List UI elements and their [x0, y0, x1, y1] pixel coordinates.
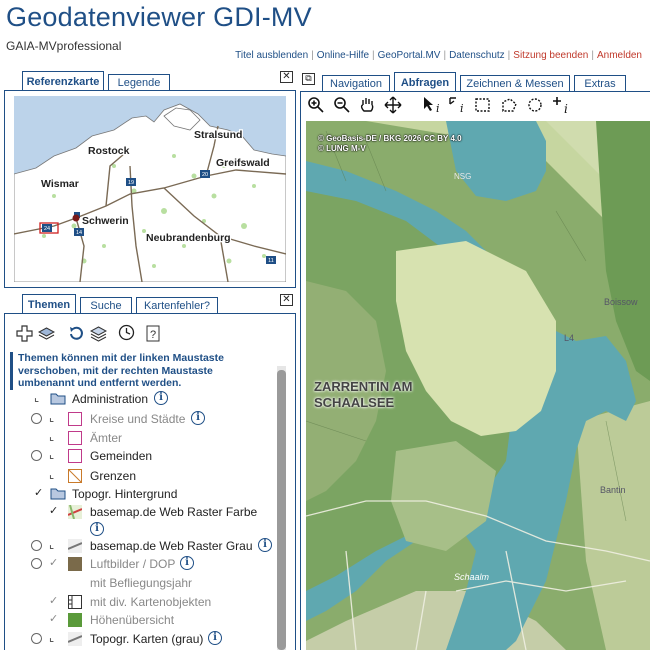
layer-radio[interactable] — [31, 558, 42, 569]
select-rect-icon[interactable] — [474, 95, 494, 115]
restore-window-icon[interactable]: ⧉ — [302, 73, 315, 85]
add-info-icon[interactable]: i — [552, 95, 574, 115]
layer-swatch — [68, 557, 82, 571]
city-label-schwerin: Schwerin — [82, 215, 129, 227]
clock-icon[interactable] — [118, 324, 135, 341]
map-label-bantin: Bantin — [600, 485, 626, 495]
select-polygon-icon[interactable] — [500, 95, 520, 115]
layer-swatch — [68, 595, 82, 609]
layers-icon[interactable] — [38, 325, 55, 342]
info-icon[interactable]: i — [191, 411, 205, 425]
svg-text:i: i — [564, 102, 568, 115]
tab-abfragen[interactable]: Abfragen — [394, 72, 456, 93]
add-layer-icon[interactable] — [16, 325, 33, 342]
folder-open-icon — [50, 488, 66, 500]
info-icon[interactable]: i — [154, 391, 168, 405]
tree-layer-kartenobjekte[interactable]: ✓ mit div. Kartenobjekten — [0, 593, 270, 611]
link-anmelden[interactable]: Anmelden — [597, 50, 642, 61]
close-icon[interactable]: ✕ — [280, 294, 293, 306]
pan-hand-icon[interactable] — [358, 95, 378, 115]
info-multi-icon[interactable]: i — [448, 95, 468, 115]
map-label-nsg: NSG — [454, 172, 472, 181]
tree-layer-gemeinden[interactable]: ⌞ Gemeinden — [0, 447, 270, 465]
zoom-out-icon[interactable] — [333, 95, 351, 115]
link-datenschutz[interactable]: Datenschutz — [449, 50, 505, 61]
layer-swatch — [68, 505, 82, 519]
link-geoportal[interactable]: GeoPortal.MV — [378, 50, 441, 61]
tree-layer-grenzen[interactable]: ⌞ Grenzen — [0, 467, 270, 485]
tree-layer-luftbilder[interactable]: ✓ Luftbilder / DOP i — [0, 555, 270, 573]
road-label-24: 24 — [44, 226, 50, 232]
layer-swatch — [68, 613, 82, 627]
refresh-icon[interactable] — [68, 325, 85, 342]
map-label-schaalm: Schaalm — [454, 572, 490, 582]
road-label-19: 19 — [128, 180, 134, 186]
tree-layer-befliegungsjahr[interactable]: mit Befliegungsjahr — [0, 574, 270, 592]
move-icon[interactable] — [384, 95, 402, 115]
info-pointer-icon[interactable]: i — [422, 95, 442, 115]
layer-swatch — [68, 469, 82, 483]
layer-swatch — [68, 632, 82, 646]
svg-text:i: i — [460, 102, 464, 115]
map-place-label: ZARRENTIN AM SCHAALSEE — [314, 379, 413, 410]
info-icon[interactable]: i — [180, 556, 194, 570]
map-copyright: © GeoBasis-DE / BKG 2026 CC BY 4.0 © LUN… — [318, 134, 462, 153]
reference-map[interactable]: 19 20 14 11 24 Stralsund Rostock Greifsw… — [14, 96, 286, 282]
city-label-stralsund: Stralsund — [194, 129, 242, 141]
layer-swatch — [68, 412, 82, 426]
road-label-20: 20 — [202, 172, 208, 178]
reference-tabs: Referenzkarte Legende ✕ — [0, 69, 296, 92]
themes-scrollbar[interactable] — [277, 366, 286, 650]
svg-text:i: i — [436, 102, 440, 115]
select-lasso-icon[interactable] — [526, 95, 546, 115]
city-label-greifswald: Greifswald — [216, 157, 270, 169]
road-label-11: 11 — [268, 258, 274, 264]
layer-swatch — [68, 431, 82, 445]
map-tabs: Navigation Abfragen Zeichnen & Messen Ex… — [318, 70, 650, 93]
folder-icon — [50, 393, 66, 405]
tree-folder-topogr-hintergrund[interactable]: ✓ Topogr. Hintergrund — [0, 485, 270, 503]
layer-radio[interactable] — [31, 413, 42, 424]
themes-help-text: Themen können mit der linken Maustaste v… — [10, 352, 272, 390]
themes-tabs: Themen Suche Kartenfehler? ✕ — [0, 292, 296, 315]
link-sitzung-beenden[interactable]: Sitzung beenden — [513, 50, 588, 61]
city-label-neubrandenburg: Neubrandenburg — [146, 232, 231, 244]
tree-layer-topogr-karten-grau[interactable]: ⌞ Topogr. Karten (grau) i — [0, 630, 270, 648]
city-label-rostock: Rostock — [88, 145, 130, 157]
layer-swatch — [68, 449, 82, 463]
map-label-boissow: Boissow — [604, 297, 638, 307]
layer-radio[interactable] — [31, 633, 42, 644]
layer-swatch — [68, 539, 82, 553]
help-icon[interactable]: ? — [145, 325, 162, 342]
zoom-in-icon[interactable] — [307, 95, 325, 115]
tree-layer-aemter[interactable]: ⌞ Ämter — [0, 429, 270, 447]
tab-themen[interactable]: Themen — [22, 294, 76, 315]
layer-radio[interactable] — [31, 540, 42, 551]
map-label-l4: L4 — [564, 333, 575, 343]
tree-layer-kreise[interactable]: ⌞ Kreise und Städte i — [0, 410, 270, 428]
tree-layer-basemap-grau[interactable]: ⌞ basemap.de Web Raster Grau i — [0, 537, 280, 555]
map-view[interactable]: © GeoBasis-DE / BKG 2026 CC BY 4.0 © LUN… — [306, 121, 650, 650]
layer-stack-icon[interactable] — [90, 325, 107, 342]
layer-radio[interactable] — [31, 450, 42, 461]
close-icon[interactable]: ✕ — [280, 71, 293, 83]
link-online-hilfe[interactable]: Online-Hilfe — [317, 50, 369, 61]
app-subtitle: GAIA-MVprofessional — [6, 39, 122, 53]
tree-layer-hoehenuebersicht[interactable]: ✓ Höhenübersicht — [0, 611, 270, 629]
svg-text:?: ? — [150, 329, 156, 341]
app-title: Geodatenviewer GDI-MV — [6, 2, 312, 32]
info-icon[interactable]: i — [90, 522, 104, 536]
link-titel-ausblenden[interactable]: Titel ausblenden — [235, 50, 308, 61]
tab-referenzkarte[interactable]: Referenzkarte — [22, 71, 104, 92]
scrollbar-thumb[interactable] — [277, 370, 286, 650]
info-icon[interactable]: i — [208, 631, 222, 645]
tree-layer-basemap-farbe[interactable]: ✓ basemap.de Web Raster Farbe i — [0, 503, 270, 537]
top-navigation: Titel ausblenden | Online-Hilfe | GeoPortal.… — [235, 50, 642, 61]
info-icon[interactable]: i — [258, 538, 272, 552]
road-label-14: 14 — [76, 230, 82, 236]
tree-folder-administration[interactable]: ⌞ Administration i — [0, 390, 270, 408]
city-label-wismar: Wismar — [41, 178, 79, 190]
